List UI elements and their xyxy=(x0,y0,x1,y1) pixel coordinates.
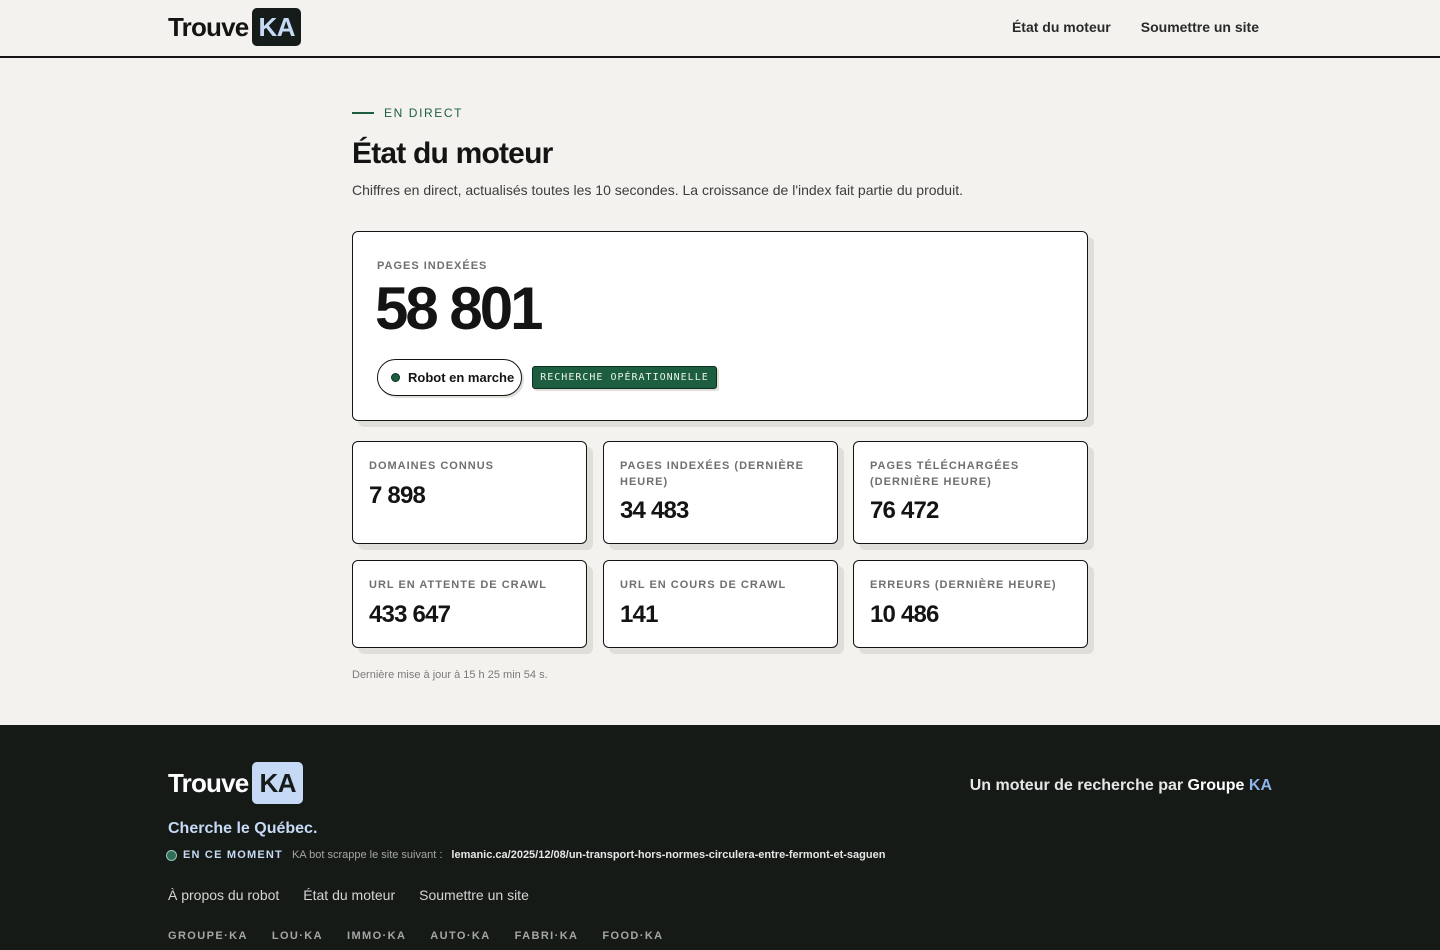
stat-label: URL EN COURS DE CRAWL xyxy=(620,579,787,591)
nav-link-etat-du-moteur[interactable]: État du moteur xyxy=(1012,19,1111,35)
status-dot-icon xyxy=(391,373,400,382)
footer-tagline: Cherche le Québec. xyxy=(168,820,318,837)
footer-logo[interactable]: Trouve KA xyxy=(168,762,304,804)
stat-value: 34 483 xyxy=(620,497,689,524)
stat-value: 141 xyxy=(620,601,658,628)
logo-word: Trouve xyxy=(168,11,249,42)
now-url[interactable]: lemanic.ca/2025/12/08/un-transport-hors-… xyxy=(451,849,885,861)
stat-card-domaines-connus: DOMAINES CONNUS 7 898 xyxy=(352,441,587,544)
page-title: État du moteur xyxy=(352,137,553,170)
nav-link-soumettre-un-site[interactable]: Soumettre un site xyxy=(1141,19,1259,35)
search-status-badge: RECHERCHE OPÉRATIONNELLE xyxy=(532,366,717,389)
brand-link-food-ka[interactable]: FOOD·KA xyxy=(602,930,663,942)
stat-card-pages-telechargees-heure: PAGES TÉLÉCHARGÉES (DERNIÈRE HEURE) 76 4… xyxy=(853,441,1088,544)
stat-value: 433 647 xyxy=(369,601,451,628)
eyebrow: EN DIRECT xyxy=(352,106,1088,120)
stat-card-url-en-cours: URL EN COURS DE CRAWL 141 xyxy=(603,560,838,648)
stat-label: DOMAINES CONNUS xyxy=(369,460,495,472)
stat-value: 10 486 xyxy=(870,601,939,628)
brand-link-lou-ka[interactable]: LOU·KA xyxy=(272,930,323,942)
stat-card-pages-indexees-heure: PAGES INDEXÉES (DERNIÈRE HEURE) 34 483 xyxy=(603,441,838,544)
robot-status-pill[interactable]: Robot en marche xyxy=(377,359,522,396)
byline-ka: KA xyxy=(1248,777,1272,794)
now-description: KA bot scrappe le site suivant : xyxy=(291,849,443,861)
stat-card-url-en-attente: URL EN ATTENTE DE CRAWL 433 647 xyxy=(352,560,587,648)
stat-label: URL EN ATTENTE DE CRAWL xyxy=(369,579,548,591)
footer-link-a-propos[interactable]: À propos du robot xyxy=(168,887,279,903)
footer-link-etat-du-moteur[interactable]: État du moteur xyxy=(303,887,395,903)
brand-link-fabri-ka[interactable]: FABRI·KA xyxy=(515,930,579,942)
now-label: EN CE MOMENT xyxy=(183,849,283,861)
header-nav: État du moteur Soumettre un site xyxy=(1012,19,1259,35)
stat-label: PAGES TÉLÉCHARGÉES (DERNIÈRE HEURE) xyxy=(870,460,1020,488)
eyebrow-text: EN DIRECT xyxy=(384,106,464,120)
footer-link-soumettre[interactable]: Soumettre un site xyxy=(419,887,529,903)
byline-group: Groupe xyxy=(1187,777,1245,794)
footer-byline: Un moteur de recherche par Groupe KA xyxy=(970,777,1272,795)
stat-label: ERREURS (DERNIÈRE HEURE) xyxy=(870,579,1057,591)
now-crawling: EN CE MOMENT KA bot scrappe le site suiv… xyxy=(166,849,885,861)
eyebrow-line xyxy=(352,112,374,114)
stat-card-erreurs-heure: ERREURS (DERNIÈRE HEURE) 10 486 xyxy=(853,560,1088,648)
page-subtitle: Chiffres en direct, actualisés toutes le… xyxy=(352,182,963,198)
byline-prefix: Un moteur de recherche par xyxy=(969,777,1184,794)
stat-value: 76 472 xyxy=(870,497,939,524)
site-header: Trouve KA État du moteur Soumettre un si… xyxy=(0,0,1440,58)
robot-status-label: Robot en marche xyxy=(408,370,515,385)
footer-brands: GROUPE·KA LOU·KA IMMO·KA AUTO·KA FABRI·K… xyxy=(168,930,664,942)
hero-card-pages-indexees: PAGES INDEXÉES 58 801 Robot en marche RE… xyxy=(352,231,1088,421)
stat-value: 7 898 xyxy=(369,482,426,509)
footer-logo-word: Trouve xyxy=(168,767,249,798)
hero-value: 58 801 xyxy=(375,275,544,342)
live-dot-icon xyxy=(166,849,177,861)
stat-label: PAGES INDEXÉES (DERNIÈRE HEURE) xyxy=(620,460,804,488)
footer-links: À propos du robot État du moteur Soumett… xyxy=(168,887,529,903)
header-logo[interactable]: Trouve KA xyxy=(168,8,302,46)
main-content: EN DIRECT État du moteur Chiffres en dir… xyxy=(352,58,1088,681)
site-footer: Trouve KA Cherche le Québec. Un moteur d… xyxy=(0,725,1440,950)
hero-label: PAGES INDEXÉES xyxy=(377,260,488,272)
brand-link-auto-ka[interactable]: AUTO·KA xyxy=(430,930,490,942)
brand-link-groupe-ka[interactable]: GROUPE·KA xyxy=(168,930,248,942)
logo-badge: KA xyxy=(252,8,302,46)
last-updated-text: Dernière mise à jour à 15 h 25 min 54 s. xyxy=(352,669,548,681)
footer-logo-badge: KA xyxy=(252,762,304,804)
brand-link-immo-ka[interactable]: IMMO·KA xyxy=(347,930,406,942)
